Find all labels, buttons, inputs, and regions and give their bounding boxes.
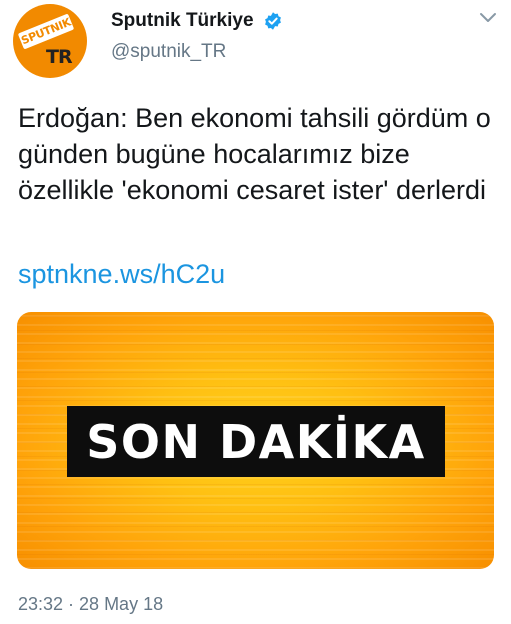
avatar-region-text: TR (46, 46, 73, 68)
author-name[interactable]: Sputnik Türkiye (111, 10, 254, 32)
chevron-down-icon[interactable] (478, 11, 498, 25)
author-handle[interactable]: @sputnik_TR (111, 41, 226, 63)
verified-badge-icon (265, 12, 281, 30)
tweet-timestamp[interactable]: 23:32 · 28 May 18 (18, 594, 163, 615)
tweet-media-image[interactable]: SON DAKİKA (17, 312, 494, 569)
breaking-news-banner: SON DAKİKA (67, 406, 445, 477)
breaking-news-text: SON DAKİKA (86, 414, 426, 469)
avatar-banner: SPUTNIK (17, 13, 75, 50)
tweet-text: Erdoğan: Ben ekonomi tahsili gördüm o gü… (18, 103, 491, 205)
tweet-link[interactable]: sptnkne.ws/hC2u (18, 256, 225, 292)
avatar[interactable]: SPUTNIK TR (13, 4, 87, 78)
avatar-logo-text: SPUTNIK (19, 15, 73, 48)
